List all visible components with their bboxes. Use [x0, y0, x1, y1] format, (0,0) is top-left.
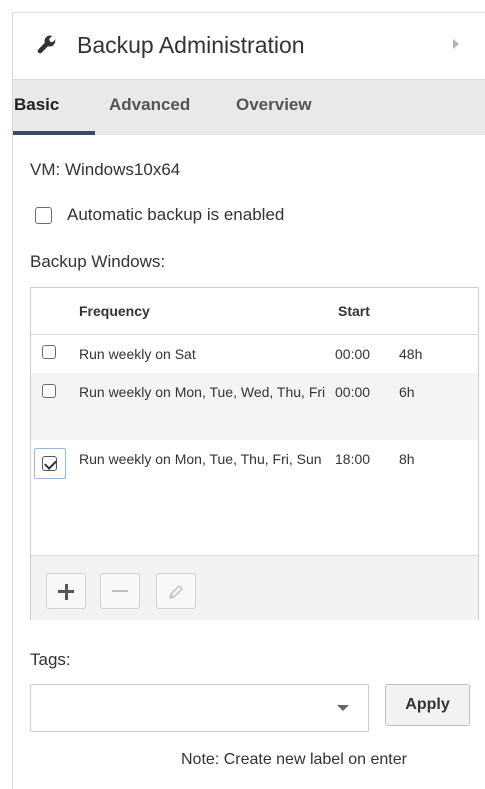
column-header-start[interactable]: Start — [338, 303, 370, 319]
edit-window-button[interactable] — [156, 573, 196, 609]
remove-window-button[interactable] — [100, 573, 140, 609]
row-frequency: Run weekly on Sat — [79, 346, 196, 362]
automatic-backup-checkbox[interactable] — [35, 207, 52, 224]
apply-button[interactable]: Apply — [385, 684, 470, 726]
wrench-icon — [37, 35, 56, 54]
table-toolbar — [31, 555, 478, 620]
panel-header: Backup Administration — [13, 13, 485, 80]
panel-title: Backup Administration — [77, 32, 305, 58]
add-window-button[interactable] — [46, 573, 86, 609]
pencil-icon — [169, 585, 183, 599]
row-duration: 8h — [399, 451, 415, 467]
column-header-frequency[interactable]: Frequency — [79, 303, 150, 319]
tags-select[interactable] — [30, 684, 369, 732]
row-start-time: 00:00 — [335, 384, 371, 400]
tags-note: Note: Create new label on enter — [181, 751, 407, 768]
tags-label: Tags: — [30, 650, 71, 669]
tab-basic[interactable]: Basic — [13, 80, 95, 135]
table-row[interactable]: Run weekly on Mon, Tue, Thu, Fri, Sun 18… — [31, 440, 478, 506]
tab-bar: Basic Advanced Overview — [13, 80, 485, 135]
row-checkbox[interactable] — [42, 345, 56, 359]
checkmark-icon — [44, 457, 57, 470]
table-header-row: Frequency Start — [31, 288, 478, 335]
tab-overview[interactable]: Overview — [236, 80, 312, 135]
row-frequency: Run weekly on Mon, Tue, Thu, Fri, Sun — [79, 451, 322, 467]
row-duration: 48h — [399, 346, 423, 362]
row-start-time: 00:00 — [335, 346, 371, 362]
row-frequency: Run weekly on Mon, Tue, Wed, Thu, Fri — [79, 384, 326, 400]
checkbox-box — [42, 456, 57, 471]
table-row[interactable]: Run weekly on Mon, Tue, Wed, Thu, Fri 00… — [31, 373, 478, 440]
tags-input[interactable] — [39, 695, 333, 723]
backup-windows-label: Backup Windows: — [30, 252, 166, 271]
row-start-time: 18:00 — [335, 451, 371, 467]
automatic-backup-label[interactable]: Automatic backup is enabled — [67, 205, 284, 225]
vm-name-label: VM: Windows10x64 — [30, 160, 181, 179]
row-checkbox[interactable] — [42, 384, 56, 398]
row-checkbox-checked[interactable] — [34, 448, 66, 479]
row-duration: 6h — [399, 384, 415, 400]
minus-icon — [112, 590, 128, 592]
chevron-down-icon[interactable] — [337, 705, 349, 711]
collapse-arrow-icon[interactable] — [453, 39, 459, 49]
table-row[interactable]: Run weekly on Sat 00:00 48h — [31, 335, 478, 373]
backup-windows-table: Frequency Start Run weekly on Sat 00:00 … — [30, 287, 479, 620]
tab-advanced[interactable]: Advanced — [109, 80, 190, 135]
